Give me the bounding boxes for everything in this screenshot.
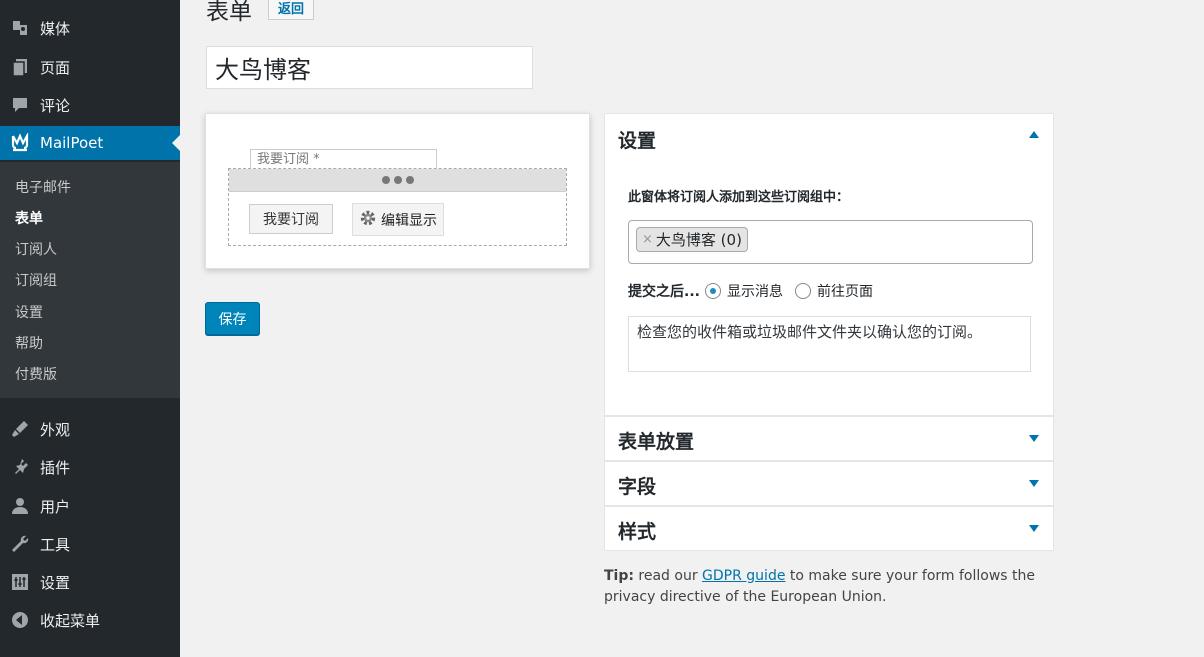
gear-icon: [359, 209, 377, 231]
tip-text: read our: [633, 568, 703, 584]
menu-label: 外观: [40, 420, 71, 439]
option-label: 显示消息: [726, 284, 783, 300]
edit-display-button[interactable]: 编辑显示: [352, 203, 444, 236]
media-icon: [10, 18, 30, 38]
submenu-item-settings[interactable]: 设置: [15, 302, 43, 322]
menu-label: 插件: [40, 458, 71, 477]
chip-remove-icon[interactable]: ×: [642, 232, 653, 247]
placement-panel[interactable]: 表单放置: [604, 416, 1054, 461]
list-chip: × 大鸟博客 (0): [636, 227, 748, 252]
pages-icon: [10, 57, 30, 77]
subscribe-button[interactable]: 我要订阅: [249, 204, 333, 234]
submenu-item-lists[interactable]: 订阅组: [15, 270, 57, 290]
menu-item-tools[interactable]: 工具: [0, 527, 180, 561]
users-icon: [10, 496, 30, 516]
submenu-item-emails[interactable]: 电子邮件: [15, 177, 71, 197]
main-content: 表单 返回 大鸟博客 我要订阅 * 我要订阅 编辑显示 保存 设置 此窗体将订阅…: [180, 0, 1204, 657]
menu-item-settings[interactable]: 设置: [0, 565, 180, 599]
menu-item-pages[interactable]: 页面: [0, 50, 180, 84]
tools-icon: [10, 534, 30, 554]
tip-prefix: Tip:: [604, 568, 634, 584]
handle-dot: [393, 176, 402, 184]
menu-item-plugins[interactable]: 插件: [0, 450, 180, 484]
panel-title: 表单放置: [618, 431, 695, 453]
expand-arrow-icon[interactable]: [1029, 480, 1039, 487]
block-handle[interactable]: [229, 169, 566, 192]
menu-item-appearance[interactable]: 外观: [0, 412, 180, 446]
after-submit-label: 提交之后...: [628, 284, 700, 300]
panel-title: 字段: [618, 476, 657, 498]
menu-label: 收起菜单: [40, 611, 101, 630]
submenu-item-premium[interactable]: 付费版: [15, 364, 57, 384]
menu-item-mailpoet[interactable]: MailPoet: [0, 126, 180, 160]
form-preview: 我要订阅 * 我要订阅 编辑显示: [205, 113, 590, 269]
collapse-icon: [10, 610, 30, 630]
settings-panel: 设置 此窗体将订阅人添加到这些订阅组中： × 大鸟博客 (0) 提交之后... …: [604, 113, 1054, 416]
expand-arrow-icon[interactable]: [1029, 525, 1039, 532]
page-title: 表单: [206, 0, 252, 25]
chip-label: 大鸟博客 (0): [655, 231, 742, 249]
back-button[interactable]: 返回: [268, 0, 315, 20]
menu-item-users[interactable]: 用户: [0, 489, 180, 523]
menu-item-media[interactable]: 媒体: [0, 11, 180, 45]
radio-icon[interactable]: [794, 283, 811, 299]
submenu-item-forms[interactable]: 表单: [15, 208, 43, 228]
option-show-message[interactable]: 显示消息: [704, 281, 783, 301]
radio-selected-icon[interactable]: [704, 283, 721, 299]
comments-icon: [10, 95, 30, 115]
menu-item-comments[interactable]: 评论: [0, 88, 180, 122]
mailpoet-icon: [10, 133, 30, 153]
menu-label: MailPoet: [40, 134, 104, 152]
list-label: 此窗体将订阅人添加到这些订阅组中：: [628, 190, 850, 205]
menu-label: 工具: [40, 535, 71, 554]
edit-display-label: 编辑显示: [381, 212, 437, 229]
list-select[interactable]: × 大鸟博客 (0): [628, 220, 1033, 264]
menu-label: 用户: [40, 497, 71, 516]
option-go-page[interactable]: 前往页面: [794, 281, 873, 301]
settings-icon: [10, 572, 30, 592]
option-label: 前往页面: [816, 284, 873, 300]
fields-panel[interactable]: 字段: [604, 461, 1054, 506]
menu-label: 媒体: [40, 19, 71, 38]
mailpoet-submenu: 电子邮件 表单 订阅人 订阅组 设置 帮助 付费版: [0, 162, 180, 398]
menu-item-collapse[interactable]: 收起菜单: [0, 603, 180, 637]
gdpr-guide-link[interactable]: GDPR guide: [702, 568, 785, 584]
menu-label: 设置: [40, 573, 71, 592]
submit-block[interactable]: 我要订阅 编辑显示: [228, 168, 567, 246]
handle-dot: [405, 176, 414, 184]
after-submit-row: 提交之后... 显示消息 前往页面: [628, 281, 873, 301]
collapse-arrow-icon[interactable]: [1029, 131, 1039, 138]
menu-label: 评论: [40, 96, 71, 115]
expand-arrow-icon[interactable]: [1029, 435, 1039, 442]
form-name-input[interactable]: 大鸟博客: [206, 46, 533, 89]
submenu-item-subscribers[interactable]: 订阅人: [15, 239, 57, 259]
gdpr-tip: Tip: read our GDPR guide to make sure yo…: [604, 566, 1054, 608]
success-message-textarea[interactable]: 检查您的收件箱或垃圾邮件文件夹以确认您的订阅。: [628, 316, 1031, 372]
menu-label: 页面: [40, 58, 71, 77]
appearance-icon: [10, 419, 30, 439]
save-button[interactable]: 保存: [205, 302, 260, 335]
admin-sidebar: 媒体 页面 评论 MailPoet 电子邮件 表单 订阅人 订阅组 设置 帮助 …: [0, 0, 180, 657]
plugins-icon: [10, 457, 30, 477]
panel-title: 样式: [618, 521, 657, 543]
submenu-item-help[interactable]: 帮助: [15, 333, 43, 353]
handle-dot: [381, 176, 390, 184]
styles-panel[interactable]: 样式: [604, 506, 1054, 551]
settings-panel-title[interactable]: 设置: [618, 126, 656, 153]
